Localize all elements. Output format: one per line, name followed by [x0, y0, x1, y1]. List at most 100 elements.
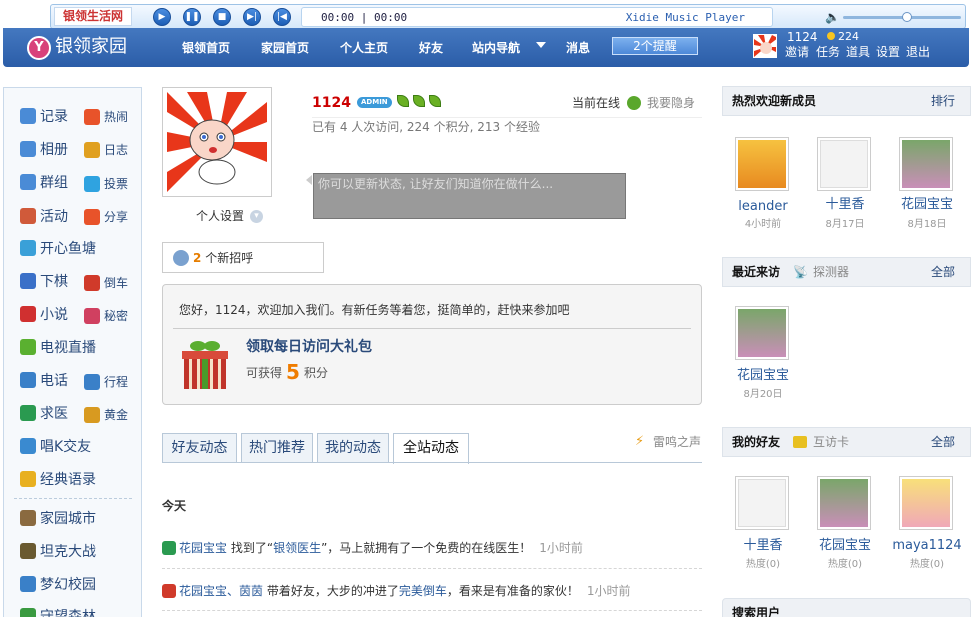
sidebar-item-label: 家园城市: [40, 511, 96, 527]
reminder-button[interactable]: 2个提醒: [612, 37, 698, 55]
sidebar-item[interactable]: 黄金: [84, 406, 128, 423]
new-greetings[interactable]: 2 个新招呼: [162, 242, 324, 273]
exchange-card-link[interactable]: 互访卡: [813, 428, 849, 456]
sidebar-item[interactable]: 记录: [20, 106, 68, 126]
sidebar-item[interactable]: 经典语录: [20, 469, 96, 489]
sidebar-item[interactable]: 电视直播: [20, 337, 96, 357]
sidebar-item[interactable]: 秘密: [84, 307, 128, 324]
friend-avatar[interactable]: [817, 476, 871, 530]
ranking-link[interactable]: 排行: [931, 87, 955, 115]
nav-link-friends[interactable]: 好友: [419, 40, 443, 56]
sidebar-item[interactable]: 开心鱼塘: [20, 238, 96, 258]
play-icon[interactable]: ▶: [153, 8, 171, 26]
nav-link-home[interactable]: 家园首页: [261, 40, 309, 56]
sidebar-item[interactable]: 投票: [84, 175, 128, 192]
friend-avatar[interactable]: [735, 476, 789, 530]
sidebar-item[interactable]: 下棋: [20, 271, 68, 291]
friend-name[interactable]: 十里香: [723, 538, 803, 553]
chevron-down-icon[interactable]: [536, 42, 546, 48]
gift-icon[interactable]: [181, 337, 229, 391]
feed-time: 1小时前: [586, 584, 631, 598]
tab-friends-feed[interactable]: 好友动态: [162, 433, 237, 463]
volume-icon[interactable]: 🔈: [825, 10, 840, 24]
tab-my-feed[interactable]: 我的动态: [317, 433, 389, 463]
sidebar-item-label: 秘密: [104, 309, 129, 323]
task-link[interactable]: 任务: [816, 45, 840, 59]
visitor-avatar[interactable]: [735, 306, 789, 360]
radar-icon: 📡: [793, 265, 808, 279]
pause-icon[interactable]: ❚❚: [183, 8, 201, 26]
feed-link[interactable]: 银领医生: [273, 541, 321, 555]
user-avatar[interactable]: [753, 34, 777, 58]
logo-text[interactable]: 银领家园: [55, 36, 127, 58]
member-avatar[interactable]: [899, 137, 953, 191]
stop-icon[interactable]: ■: [213, 8, 231, 26]
status-input[interactable]: 你可以更新状态, 让好友们知道你在做什么...: [313, 173, 626, 219]
sidebar-item[interactable]: 守望森林: [20, 606, 96, 617]
tab-hot[interactable]: 热门推荐: [241, 433, 313, 463]
feed-actor[interactable]: 花园宝宝、茵茵: [179, 584, 263, 598]
settings-link[interactable]: 设置: [876, 45, 900, 59]
profile-settings-link[interactable]: 个人设置: [196, 209, 244, 223]
invite-link[interactable]: 邀请: [785, 45, 809, 59]
chevron-down-icon[interactable]: ▾: [250, 210, 263, 223]
greeting-label[interactable]: 个新招呼: [205, 251, 253, 265]
member-avatar[interactable]: [817, 137, 871, 191]
sidebar-item[interactable]: 日志: [84, 141, 128, 158]
profile-avatar[interactable]: [162, 87, 272, 197]
nav-link-yinling-home[interactable]: 银领首页: [182, 40, 230, 56]
feed-actor[interactable]: 花园宝宝: [179, 541, 227, 555]
sidebar-item[interactable]: 家园城市: [20, 508, 96, 528]
site-tab[interactable]: 银领生活网: [54, 7, 133, 26]
calendar-icon: [20, 208, 36, 224]
visitor-time: 8月20日: [743, 389, 783, 400]
sidebar-item[interactable]: 坦克大战: [20, 541, 96, 561]
nav-link-site-nav[interactable]: 站内导航: [472, 40, 520, 56]
gift-title[interactable]: 领取每日访问大礼包: [246, 339, 372, 355]
sidebar-item[interactable]: 行程: [84, 373, 128, 390]
volume-knob[interactable]: [902, 12, 912, 22]
sidebar-item[interactable]: 活动: [20, 206, 68, 226]
member-name[interactable]: 花园宝宝: [887, 197, 967, 212]
all-visitors-link[interactable]: 全部: [931, 258, 955, 286]
logout-link[interactable]: 退出: [906, 45, 930, 59]
member-name[interactable]: 十里香: [805, 197, 885, 212]
sidebar-item[interactable]: 热闹: [84, 108, 128, 125]
sidebar-item[interactable]: 倒车: [84, 274, 128, 291]
friend-name[interactable]: 花园宝宝: [805, 538, 885, 553]
friend-avatar[interactable]: [899, 476, 953, 530]
welcome-text: 您好，1124，欢迎加入我们。有新任务等着您，挺简单的，赶快来参加吧: [179, 303, 570, 317]
sidebar-item[interactable]: 求医: [20, 403, 68, 423]
member-avatar[interactable]: [735, 137, 789, 191]
doctor-icon: [162, 541, 176, 555]
nav-link-messages[interactable]: 消息: [566, 40, 590, 56]
gift-points: 5: [286, 360, 300, 384]
nav-link-profile[interactable]: 个人主页: [340, 40, 388, 56]
thunder-link[interactable]: 雷鸣之声: [653, 435, 701, 449]
greeting-count[interactable]: 2: [193, 251, 201, 265]
next-icon[interactable]: ▶|: [243, 8, 261, 26]
feed-link[interactable]: 完美倒车: [399, 584, 447, 598]
user-name[interactable]: 1124: [787, 30, 818, 44]
profile-name[interactable]: 1124: [312, 95, 351, 111]
all-friends-link[interactable]: 全部: [931, 428, 955, 456]
city-icon: [20, 510, 36, 526]
member-name[interactable]: leander: [723, 199, 803, 214]
leaf-icon: [413, 95, 425, 107]
admin-badge: ADMIN: [357, 97, 392, 108]
sidebar-item[interactable]: 梦幻校园: [20, 574, 96, 594]
props-link[interactable]: 道具: [846, 45, 870, 59]
visitor-name[interactable]: 花园宝宝: [723, 368, 803, 383]
go-invisible-link[interactable]: 我要隐身: [647, 96, 695, 110]
sidebar-item[interactable]: 电话: [20, 370, 68, 390]
tab-site-feed[interactable]: 全站动态: [393, 433, 469, 464]
sidebar-item[interactable]: 相册: [20, 139, 68, 159]
sidebar-item[interactable]: 分享: [84, 208, 128, 225]
friend-name[interactable]: maya1124: [887, 538, 967, 553]
sidebar-item[interactable]: 群组: [20, 172, 68, 192]
sidebar-item[interactable]: 小说: [20, 304, 68, 324]
prev-icon[interactable]: |◀: [273, 8, 291, 26]
fire-icon: [84, 108, 100, 125]
detector-link[interactable]: 探测器: [813, 258, 849, 286]
sidebar-item[interactable]: 唱K交友: [20, 436, 91, 456]
